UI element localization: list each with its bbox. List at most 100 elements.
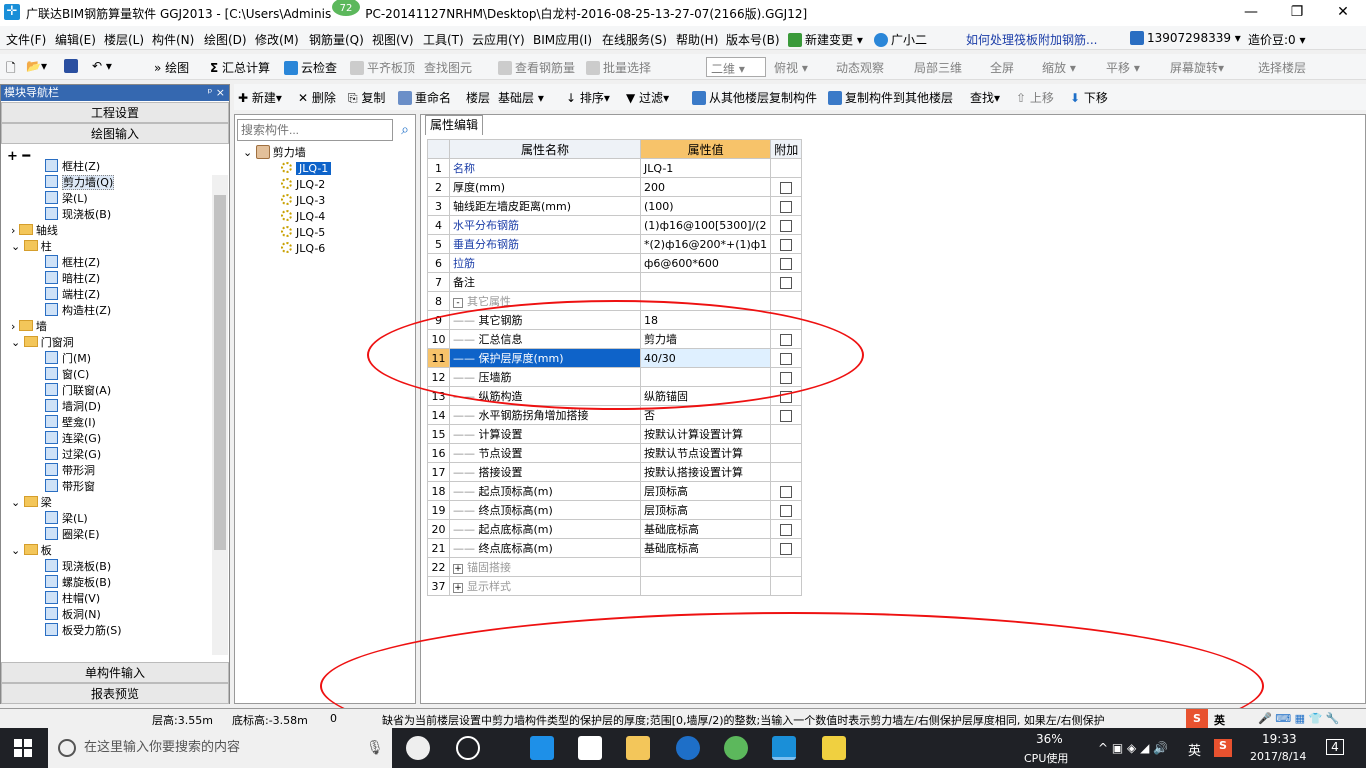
attach-cell[interactable] bbox=[770, 215, 803, 235]
nav-group[interactable]: › 轴线 bbox=[11, 223, 58, 239]
prop-name-cell[interactable]: —— 搭接设置 bbox=[449, 462, 641, 482]
component-root[interactable]: ⌄ 剪力墙 bbox=[243, 145, 306, 161]
select-floor-button[interactable]: 选择楼层 bbox=[1258, 59, 1306, 76]
table-row[interactable]: 7 备注 bbox=[427, 272, 803, 292]
attach-cell[interactable] bbox=[770, 177, 803, 197]
draw-button[interactable]: » 绘图 bbox=[154, 59, 189, 76]
tab-property-edit[interactable]: 属性编辑 bbox=[425, 115, 483, 135]
nav-item[interactable]: 板受力筋(S) bbox=[45, 623, 122, 639]
prop-value-cell[interactable] bbox=[639, 272, 772, 292]
group-toggle-icon[interactable]: + bbox=[453, 564, 463, 574]
prop-value-cell[interactable]: ф6@600*600 bbox=[639, 253, 772, 273]
nav-item[interactable]: 柱帽(V) bbox=[45, 591, 100, 607]
prop-name-cell[interactable]: —— 节点设置 bbox=[449, 443, 641, 463]
nav-group[interactable]: › 墙 bbox=[11, 319, 47, 335]
prop-name-cell[interactable]: 垂直分布钢筋 bbox=[449, 234, 641, 254]
attach-cell[interactable] bbox=[770, 272, 803, 292]
taskbar-ggj-icon[interactable] bbox=[772, 736, 796, 760]
table-row[interactable]: 18 —— 起点顶标高(m) 层顶标高 bbox=[427, 481, 803, 501]
mic-icon[interactable]: 🎙 bbox=[366, 740, 384, 756]
menu-draw[interactable]: 绘图(D) bbox=[204, 31, 247, 48]
menu-version[interactable]: 版本号(B) bbox=[726, 31, 780, 48]
expand-arrow-icon[interactable]: ⌄ bbox=[11, 496, 24, 509]
copy-button[interactable]: ⎘ 复制 bbox=[348, 89, 385, 106]
attach-checkbox[interactable] bbox=[780, 181, 793, 194]
taskbar-edge-icon[interactable] bbox=[530, 736, 554, 760]
table-row[interactable]: 6 拉筋 ф6@600*600 bbox=[427, 253, 803, 273]
group-toggle-icon[interactable]: + bbox=[453, 583, 463, 593]
find-element-button[interactable]: 查找图元 bbox=[424, 59, 472, 76]
component-item[interactable]: JLQ-2 bbox=[281, 177, 325, 193]
table-row[interactable]: 4 水平分布钢筋 (1)ф16@100[5300]/(2 bbox=[427, 215, 803, 235]
prop-name-cell[interactable]: —— 起点底标高(m) bbox=[449, 519, 641, 539]
prop-name-cell[interactable]: 轴线距左墙皮距离(mm) bbox=[449, 196, 641, 216]
menu-steel[interactable]: 钢筋量(Q) bbox=[309, 31, 364, 48]
nav-item[interactable]: 螺旋板(B) bbox=[45, 575, 111, 591]
nav-item[interactable]: 现浇板(B) bbox=[45, 207, 111, 223]
tray-sogou-icon[interactable]: S bbox=[1214, 739, 1232, 757]
prop-name-cell[interactable]: —— 终点顶标高(m) bbox=[449, 500, 641, 520]
sum-calc-button[interactable]: Σ 汇总计算 bbox=[210, 59, 270, 76]
nav-item[interactable]: 圈梁(E) bbox=[45, 527, 100, 543]
view-steel-button[interactable]: 查看钢筋量 bbox=[498, 59, 575, 76]
sort-button[interactable]: ↓ 排序▾ bbox=[566, 89, 610, 106]
nav-item[interactable]: 门联窗(A) bbox=[45, 383, 111, 399]
menu-cloud[interactable]: 云应用(Y) bbox=[472, 31, 525, 48]
table-row[interactable]: 21 —— 终点底标高(m) 基础底标高 bbox=[427, 538, 803, 558]
expand-arrow-icon[interactable]: ⌄ bbox=[11, 240, 24, 253]
local-3d-button[interactable]: 局部三维 bbox=[914, 59, 962, 76]
attach-cell[interactable] bbox=[770, 405, 803, 425]
component-item[interactable]: JLQ-5 bbox=[281, 225, 325, 241]
taskbar-store-icon[interactable] bbox=[578, 736, 602, 760]
nav-item[interactable]: 壁龛(I) bbox=[45, 415, 96, 431]
nav-item[interactable]: 剪力墙(Q) bbox=[45, 175, 115, 191]
prop-value-cell[interactable]: 按默认搭接设置计算 bbox=[639, 462, 772, 482]
prop-value-cell[interactable]: (100) bbox=[639, 196, 772, 216]
nav-item[interactable]: 现浇板(B) bbox=[45, 559, 111, 575]
attach-checkbox[interactable] bbox=[780, 542, 793, 555]
user-phone[interactable]: 13907298339 ▾ bbox=[1130, 31, 1241, 45]
nav-group[interactable]: ⌄ 柱 bbox=[11, 239, 52, 255]
nav-group[interactable]: ⌄ 梁 bbox=[11, 495, 52, 511]
nav-item[interactable]: 连梁(G) bbox=[45, 431, 101, 447]
attach-checkbox[interactable] bbox=[780, 200, 793, 213]
ime-logo-icon[interactable]: S bbox=[1186, 709, 1208, 729]
undo-icon[interactable]: ↶ ▾ bbox=[92, 59, 112, 73]
prop-name-cell[interactable]: + 锚固搭接 bbox=[449, 557, 641, 577]
rotate-button[interactable]: 屏幕旋转▾ bbox=[1170, 59, 1224, 76]
view-mode-select[interactable]: 二维 ▾ bbox=[706, 57, 766, 77]
zoom-button[interactable]: 缩放 ▾ bbox=[1042, 59, 1076, 76]
taskbar-explorer-icon[interactable] bbox=[626, 736, 650, 760]
table-row[interactable]: 5 垂直分布钢筋 *(2)ф16@200*+(1)ф1 bbox=[427, 234, 803, 254]
menu-bim[interactable]: BIM应用(I) bbox=[533, 31, 592, 48]
menu-edit[interactable]: 编辑(E) bbox=[55, 31, 96, 48]
prop-name-cell[interactable]: —— 计算设置 bbox=[449, 424, 641, 444]
prop-name-cell[interactable]: + 显示样式 bbox=[449, 576, 641, 596]
nav-item[interactable]: 框柱(Z) bbox=[45, 255, 100, 271]
copy-from-floor-button[interactable]: 从其他楼层复制构件 bbox=[692, 89, 817, 106]
nav-scroll-thumb[interactable] bbox=[214, 195, 226, 550]
maximize-button[interactable]: ❐ bbox=[1274, 0, 1320, 26]
table-row[interactable]: 16 —— 节点设置 按默认节点设置计算 bbox=[427, 443, 803, 463]
attach-cell[interactable] bbox=[770, 234, 803, 254]
tray-ime[interactable]: 英 bbox=[1188, 740, 1201, 759]
nav-item[interactable]: 门(M) bbox=[45, 351, 91, 367]
component-item[interactable]: JLQ-1 bbox=[281, 161, 332, 177]
attach-cell[interactable] bbox=[770, 253, 803, 273]
new-change-button[interactable]: 新建变更 ▾ bbox=[788, 31, 863, 48]
component-search-input[interactable] bbox=[237, 119, 393, 141]
attach-checkbox[interactable] bbox=[780, 485, 793, 498]
prop-name-cell[interactable]: 拉筋 bbox=[449, 253, 641, 273]
top-view-button[interactable]: 俯视 ▾ bbox=[774, 59, 808, 76]
table-row[interactable]: 3 轴线距左墙皮距离(mm) (100) bbox=[427, 196, 803, 216]
floor-select[interactable]: 基础层 ▾ bbox=[498, 89, 544, 106]
table-row[interactable]: 15 —— 计算设置 按默认计算设置计算 bbox=[427, 424, 803, 444]
rename-button[interactable]: 重命名 bbox=[398, 89, 451, 106]
ime-lang[interactable]: 英 bbox=[1214, 712, 1225, 728]
project-settings-button[interactable]: 工程设置 bbox=[1, 102, 229, 123]
open-file-icon[interactable]: 📂▾ bbox=[26, 59, 47, 73]
save-icon[interactable] bbox=[64, 59, 81, 73]
prop-value-cell[interactable]: 按默认计算设置计算 bbox=[639, 424, 772, 444]
prop-value-cell[interactable]: 200 bbox=[639, 177, 772, 197]
nav-item[interactable]: 梁(L) bbox=[45, 191, 88, 207]
